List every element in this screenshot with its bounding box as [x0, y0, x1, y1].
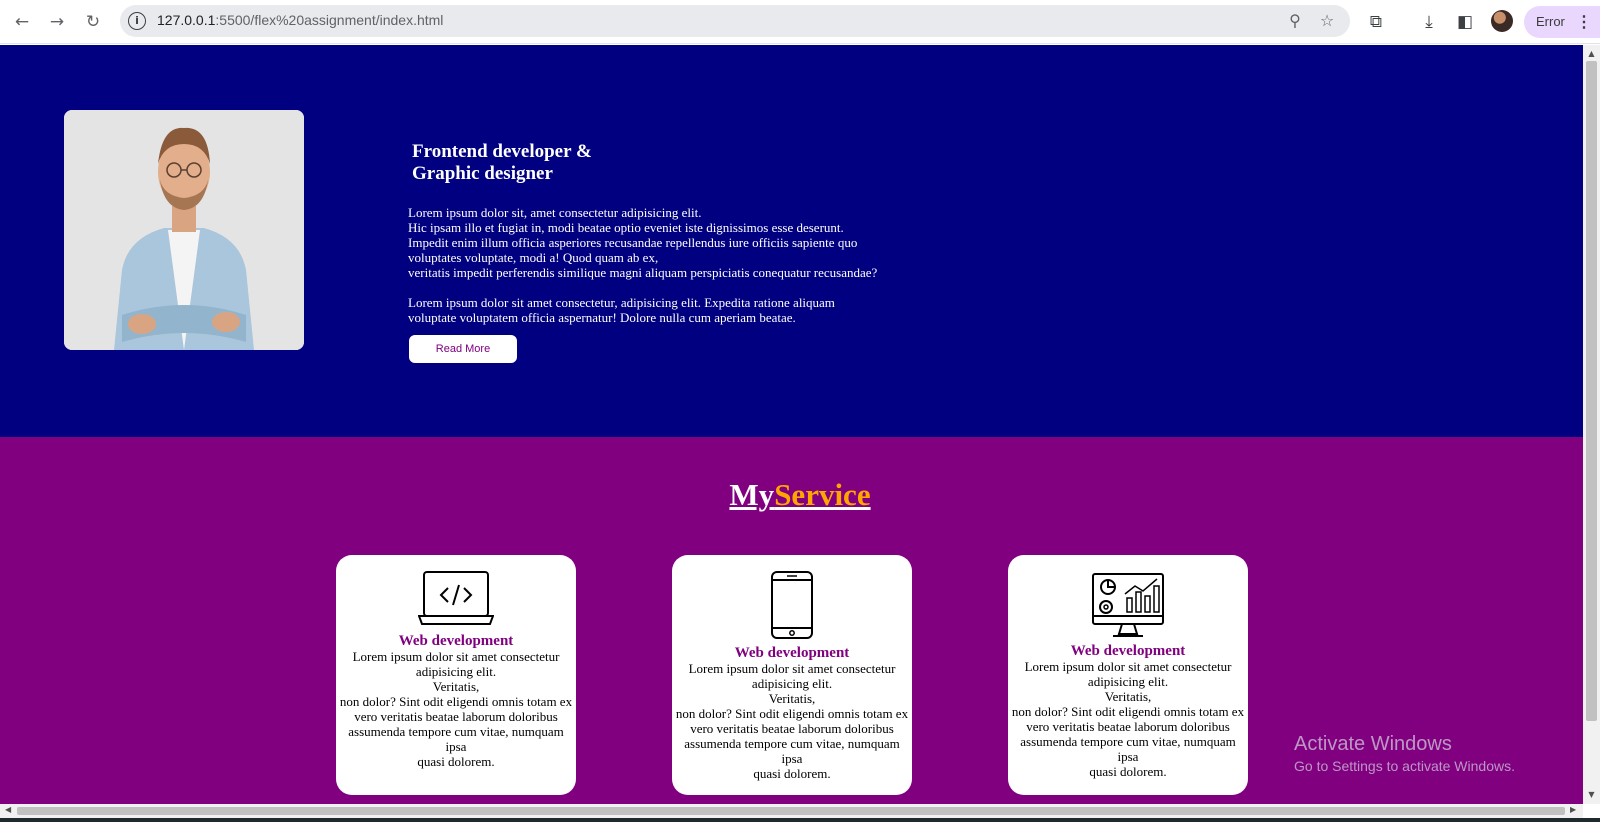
card-text-line: non dolor? Sint odit eligendi omnis tota… — [1011, 704, 1245, 719]
hero-paragraph-2: Lorem ipsum dolor sit amet consectetur, … — [408, 295, 878, 325]
service-card-text: Lorem ipsum dolor sit amet consectetur a… — [672, 661, 912, 781]
side-panel-icon[interactable]: ◧ — [1451, 8, 1479, 36]
card-text-line: assumenda tempore cum vitae, numquam ips… — [348, 724, 564, 754]
vertical-scrollbar[interactable]: ▲ ▼ — [1583, 45, 1600, 804]
extensions-icon[interactable]: ⧉ — [1362, 8, 1390, 36]
card-text-line: quasi dolorem. — [417, 754, 495, 769]
page-viewport: Frontend developer & Graphic designer Lo… — [0, 45, 1583, 804]
smartphone-icon — [771, 571, 813, 639]
hero-paragraph-1: Lorem ipsum dolor sit, amet consectetur … — [408, 205, 878, 280]
scroll-right-icon[interactable]: ▶ — [1570, 805, 1576, 814]
card-text-line: quasi dolorem. — [753, 766, 831, 781]
card-text-line: non dolor? Sint odit eligendi omnis tota… — [339, 694, 573, 709]
scroll-up-icon[interactable]: ▲ — [1587, 49, 1596, 58]
profile-photo — [64, 110, 304, 350]
card-text-line: Veritatis, — [768, 691, 816, 706]
services-heading: MyService — [0, 477, 1583, 513]
hero-title-line1: Frontend developer & — [412, 141, 592, 162]
card-text-line: assumenda tempore cum vitae, numquam ips… — [1020, 734, 1236, 764]
profile-error-button[interactable]: Error ⋮ — [1524, 6, 1600, 38]
service-card-title: Web development — [1070, 643, 1186, 659]
hero-p2-line: voluptate voluptatem officia aspernatur!… — [408, 310, 796, 325]
service-card-text: Lorem ipsum dolor sit amet consectetur a… — [1008, 659, 1248, 779]
reload-icon[interactable]: ↻ — [79, 8, 107, 36]
profile-error-label: Error — [1536, 14, 1565, 29]
hero-p1-line: Impedit enim illum officia asperiores re… — [408, 235, 858, 250]
taskbar-edge — [0, 818, 1600, 822]
card-text-line: vero veritatis beatae laborum doloribus — [690, 721, 894, 736]
hero-p2-line: Lorem ipsum dolor sit amet consectetur, … — [408, 295, 835, 310]
profile-avatar[interactable] — [1491, 10, 1513, 32]
card-text-line: adipisicing elit. — [751, 676, 833, 691]
hero-p1-line: veritatis impedit perferendis similique … — [408, 265, 878, 280]
card-text-line: vero veritatis beatae laborum doloribus — [1026, 719, 1230, 734]
card-text-line: Lorem ipsum dolor sit amet consectetur — [688, 661, 896, 676]
horizontal-scroll-thumb[interactable] — [17, 807, 1565, 815]
card-text-line: quasi dolorem. — [1089, 764, 1167, 779]
service-card-text: Lorem ipsum dolor sit amet consectetur a… — [336, 649, 576, 769]
back-icon[interactable]: ← — [8, 8, 36, 36]
browser-toolbar: ← → ↻ i 127.0.0.1:5500/flex%20assignment… — [0, 0, 1600, 44]
laptop-code-icon — [418, 571, 494, 625]
read-more-button[interactable]: Read More — [408, 334, 518, 364]
card-text-line: Lorem ipsum dolor sit amet consectetur — [352, 649, 560, 664]
hero-content: Frontend developer & Graphic designer Lo… — [408, 141, 878, 364]
hero-p1-line: Lorem ipsum dolor sit, amet consectetur … — [408, 205, 702, 220]
card-text-line: Veritatis, — [432, 679, 480, 694]
watermark-subtitle: Go to Settings to activate Windows. — [1294, 758, 1515, 774]
forward-icon[interactable]: → — [43, 8, 71, 36]
card-text-line: non dolor? Sint odit eligendi omnis tota… — [675, 706, 909, 721]
site-info-icon[interactable]: i — [128, 12, 146, 30]
hero-p1-line: Hic ipsam illo et fugiat in, modi beatae… — [408, 220, 844, 235]
windows-activation-watermark: Activate Windows Go to Settings to activ… — [1294, 733, 1515, 774]
vertical-scroll-thumb[interactable] — [1586, 61, 1597, 721]
card-text-line: adipisicing elit. — [1087, 674, 1169, 689]
service-card: Web development Lorem ipsum dolor sit am… — [1008, 555, 1248, 795]
hero-title: Frontend developer & Graphic designer — [412, 141, 878, 185]
services-heading-my: My — [729, 477, 775, 512]
card-text-line: Lorem ipsum dolor sit amet consectetur — [1024, 659, 1232, 674]
card-text-line: adipisicing elit. — [415, 664, 497, 679]
hero-title-line2: Graphic designer — [412, 163, 553, 184]
monitor-analytics-icon — [1092, 573, 1164, 637]
scroll-down-icon[interactable]: ▼ — [1587, 790, 1596, 799]
browser-menu-icon[interactable]: ⋮ — [1576, 12, 1592, 32]
service-card-title: Web development — [734, 645, 850, 661]
bookmark-star-icon[interactable]: ☆ — [1316, 10, 1338, 32]
person-illustration — [64, 110, 304, 350]
service-card: Web development Lorem ipsum dolor sit am… — [672, 555, 912, 795]
service-card: Web development Lorem ipsum dolor sit am… — [336, 555, 576, 795]
hero-section: Frontend developer & Graphic designer Lo… — [0, 45, 1583, 437]
services-heading-service: Service — [774, 477, 871, 512]
card-text-line: assumenda tempore cum vitae, numquam ips… — [684, 736, 900, 766]
card-text-line: vero veritatis beatae laborum doloribus — [354, 709, 558, 724]
url-host: 127.0.0.1 — [157, 12, 216, 28]
horizontal-scrollbar[interactable]: ◀ ▶ — [0, 804, 1583, 818]
url-path: :5500/flex%20assignment/index.html — [215, 12, 444, 28]
hero-p1-line: voluptates voluptate, modi a! Quod quam … — [408, 250, 659, 265]
zoom-icon[interactable]: ⚲ — [1284, 10, 1306, 32]
url-text[interactable]: 127.0.0.1:5500/flex%20assignment/index.h… — [157, 12, 443, 28]
card-text-line: Veritatis, — [1104, 689, 1152, 704]
watermark-title: Activate Windows — [1294, 733, 1452, 755]
scroll-left-icon[interactable]: ◀ — [5, 805, 11, 814]
service-card-title: Web development — [398, 633, 514, 649]
downloads-icon[interactable]: ⤓ — [1415, 8, 1443, 36]
address-bar[interactable]: i 127.0.0.1:5500/flex%20assignment/index… — [120, 5, 1350, 37]
